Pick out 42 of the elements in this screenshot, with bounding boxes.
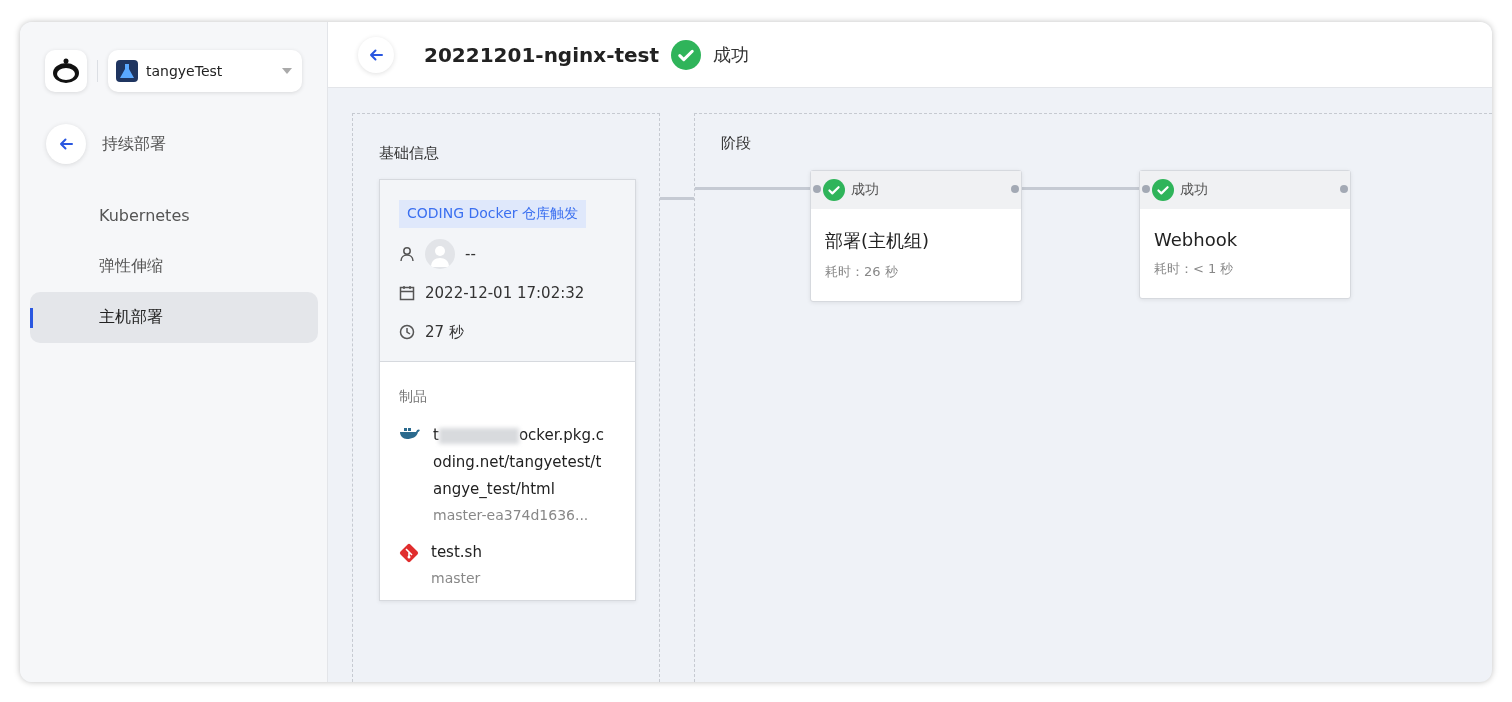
sidebar-item[interactable]: 主机部署 [30, 292, 318, 343]
clock-icon [399, 324, 415, 340]
sidebar-item[interactable]: 弹性伸缩 [30, 241, 318, 292]
user-icon [399, 246, 415, 262]
stage-card[interactable]: 成功 Webhook 耗时：< 1 秒 [1139, 170, 1351, 299]
logo-icon[interactable] [45, 50, 87, 92]
flask-icon [116, 60, 138, 82]
connector-dot [813, 185, 821, 193]
dropdown-caret-icon [282, 68, 292, 74]
sidebar-item[interactable]: Kubernetes [30, 190, 318, 241]
stage-status: 成功 [1180, 181, 1208, 199]
stage-status: 成功 [851, 181, 879, 199]
page-title: 20221201-nginx-test [424, 42, 660, 67]
stage-duration: 耗时：< 1 秒 [1154, 260, 1235, 278]
project-selector[interactable]: tangyeTest [108, 50, 302, 92]
artifact-version: master-ea374d1636... [433, 507, 590, 523]
section-title: 持续部署 [102, 133, 166, 155]
back-arrow-icon [368, 46, 384, 63]
back-button[interactable] [358, 36, 394, 73]
duration: 27 秒 [425, 322, 464, 342]
connector-dot [1142, 185, 1150, 193]
whale-icon [399, 426, 421, 440]
stage-name: Webhook [1154, 229, 1239, 250]
artifact-name: test.sh [431, 542, 483, 563]
avatar-icon [425, 239, 455, 269]
back-arrow-icon [58, 136, 74, 152]
stage-name: 部署(主机组) [825, 229, 931, 253]
artifacts-title: 制品 [399, 388, 427, 404]
panel-title: 阶段 [721, 134, 752, 153]
trigger-tag: CODING Docker 仓库触发 [399, 200, 586, 228]
panel-title: 基础信息 [379, 144, 440, 163]
stage-card[interactable]: 成功 部署(主机组) 耗时：26 秒 [810, 170, 1022, 302]
user-name: -- [465, 245, 476, 263]
stage-duration: 耗时：26 秒 [825, 263, 899, 281]
calendar-icon [399, 285, 415, 301]
artifact-name: t ocker.pkg.coding.net/tangyetest/tangye_test/html [433, 425, 605, 500]
start-time: 2022-12-01 17:02:32 [425, 284, 585, 302]
back-button[interactable] [46, 124, 86, 164]
connector-dot [1340, 185, 1348, 193]
status-label: 成功 [713, 42, 750, 67]
connector-dot [1011, 185, 1019, 193]
artifact-version: master [431, 570, 482, 586]
